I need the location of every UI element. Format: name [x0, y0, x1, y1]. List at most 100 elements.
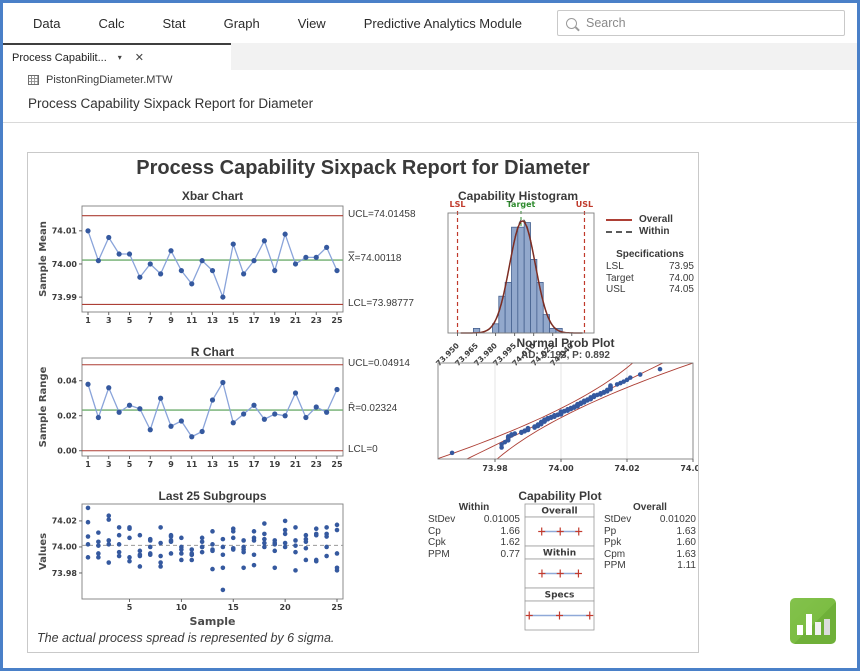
overall-row-ppm: PPM1.11: [604, 560, 696, 572]
svg-text:0.04: 0.04: [57, 377, 77, 386]
within-row-ppm: PPM0.77: [428, 549, 520, 561]
report-footnote: The actual process spread is represented…: [37, 631, 334, 645]
minitab-graph-icon[interactable]: [790, 598, 836, 644]
overall-stats-table: Overall StDev0.01020 Pp1.63 Ppk1.60 Cpm1…: [604, 502, 696, 572]
legend-within-label: Within: [639, 226, 669, 238]
close-icon[interactable]: ✕: [135, 51, 144, 64]
overall-stats-title: Overall: [604, 502, 696, 513]
last25-title: Last 25 Subgroups: [82, 489, 343, 503]
icon-bar: [824, 619, 830, 635]
svg-text:74.00: 74.00: [52, 260, 78, 269]
svg-text:13: 13: [207, 460, 218, 469]
histogram-title: Capability Histogram: [428, 189, 608, 203]
within-stats-table: Within StDev0.01005 Cp1.66 Cpk1.62 PPM0.…: [428, 502, 520, 560]
svg-text:5: 5: [127, 460, 133, 469]
svg-text:9: 9: [168, 316, 174, 325]
svg-text:Specs: Specs: [545, 591, 575, 601]
svg-text:25: 25: [331, 460, 343, 469]
report-canvas[interactable]: 74.0174.0073.99135791113151719212325Samp…: [27, 152, 699, 653]
within-row-cpk: Cpk1.62: [428, 537, 520, 549]
r-lcl-label: LCL=0: [348, 444, 378, 455]
overall-row-cpm: Cpm1.63: [604, 549, 696, 561]
svg-text:0.02: 0.02: [57, 412, 77, 421]
r-chart-title: R Chart: [82, 345, 343, 359]
r-ucl-label: UCL=0.04914: [348, 358, 410, 369]
svg-text:25: 25: [331, 603, 343, 612]
search-input[interactable]: [584, 15, 836, 31]
svg-text:10: 10: [176, 603, 188, 612]
svg-text:1: 1: [85, 316, 91, 325]
svg-text:73.98: 73.98: [52, 569, 78, 578]
legend-within: Within: [606, 226, 673, 238]
search-box[interactable]: [557, 10, 845, 36]
svg-text:Sample Range: Sample Range: [38, 366, 49, 447]
icon-bar: [815, 622, 821, 635]
capability-plot-title: Capability Plot: [448, 489, 672, 503]
svg-text:74.00: 74.00: [52, 543, 78, 552]
icon-bar: [806, 614, 812, 635]
worksheet-grid-icon: [28, 75, 39, 85]
menu-item-stat[interactable]: Stat: [162, 16, 185, 31]
search-icon: [566, 18, 577, 29]
xbar-chart-title: Xbar Chart: [82, 189, 343, 203]
spec-row-target: Target74.00: [606, 273, 694, 285]
svg-text:13: 13: [207, 316, 218, 325]
svg-text:15: 15: [228, 316, 240, 325]
within-stats-title: Within: [428, 502, 520, 513]
spec-row-usl: USL74.05: [606, 284, 694, 296]
menu-item-predictive-analytics-module[interactable]: Predictive Analytics Module: [364, 16, 522, 31]
worksheet-link[interactable]: PistonRingDiameter.MTW: [28, 73, 173, 87]
xbar-lcl-label: LCL=73.98777: [348, 298, 414, 309]
svg-text:74.00: 74.00: [548, 464, 574, 473]
prob-plot-title: Normal Prob Plot: [438, 336, 693, 350]
within-line-swatch: [606, 231, 632, 233]
chevron-down-icon[interactable]: ▾: [118, 53, 122, 62]
svg-text:25: 25: [331, 316, 343, 325]
svg-text:74.04: 74.04: [680, 464, 698, 473]
svg-text:7: 7: [147, 460, 153, 469]
svg-text:74.02: 74.02: [52, 517, 77, 526]
minitab-window: Data Calc Stat Graph View Predictive Ana…: [0, 0, 860, 671]
menu-item-graph[interactable]: Graph: [224, 16, 260, 31]
svg-text:5: 5: [127, 603, 133, 612]
overall-row-stdev: StDev0.01020: [604, 514, 696, 526]
spec-row-lsl: LSL73.95: [606, 261, 694, 273]
svg-text:17: 17: [248, 460, 259, 469]
specifications-table: Specifications LSL73.95 Target74.00 USL7…: [606, 249, 694, 296]
within-row-stdev: StDev0.01005: [428, 514, 520, 526]
svg-text:5: 5: [127, 316, 133, 325]
overall-line-swatch: [606, 219, 632, 221]
prob-plot-subtitle: AD: 0.193, P: 0.892: [438, 350, 693, 361]
tab-process-capability[interactable]: Process Capabilit... ▾ ✕: [3, 43, 231, 70]
legend-overall-label: Overall: [639, 214, 673, 226]
overall-row-pp: Pp1.63: [604, 526, 696, 538]
tab-bar: Process Capabilit... ▾ ✕: [3, 43, 857, 70]
svg-text:3: 3: [106, 316, 112, 325]
svg-text:15: 15: [228, 460, 240, 469]
page-title: Process Capability Sixpack Report for Di…: [28, 96, 313, 111]
menu-item-view[interactable]: View: [298, 16, 326, 31]
within-row-cp: Cp1.66: [428, 526, 520, 538]
menu-item-calc[interactable]: Calc: [98, 16, 124, 31]
svg-text:74.02: 74.02: [614, 464, 639, 473]
overall-row-ppk: Ppk1.60: [604, 537, 696, 549]
svg-text:0.00: 0.00: [57, 447, 77, 456]
svg-text:Within: Within: [543, 549, 576, 559]
svg-text:Overall: Overall: [541, 507, 577, 517]
svg-text:9: 9: [168, 460, 174, 469]
svg-text:15: 15: [228, 603, 240, 612]
svg-text:Sample Mean: Sample Mean: [38, 221, 49, 297]
icon-bar: [797, 625, 803, 635]
svg-text:21: 21: [290, 460, 302, 469]
svg-text:21: 21: [290, 316, 302, 325]
svg-text:Sample: Sample: [190, 615, 236, 628]
menu-item-data[interactable]: Data: [33, 16, 60, 31]
svg-text:17: 17: [248, 316, 259, 325]
svg-text:Values: Values: [38, 533, 49, 570]
legend-overall: Overall: [606, 214, 673, 226]
svg-text:19: 19: [269, 316, 281, 325]
report-title: Process Capability Sixpack Report for Di…: [28, 157, 698, 180]
xbar-ucl-label: UCL=74.01458: [348, 209, 416, 220]
svg-text:73.99: 73.99: [52, 293, 78, 302]
tab-label: Process Capabilit...: [12, 52, 107, 64]
